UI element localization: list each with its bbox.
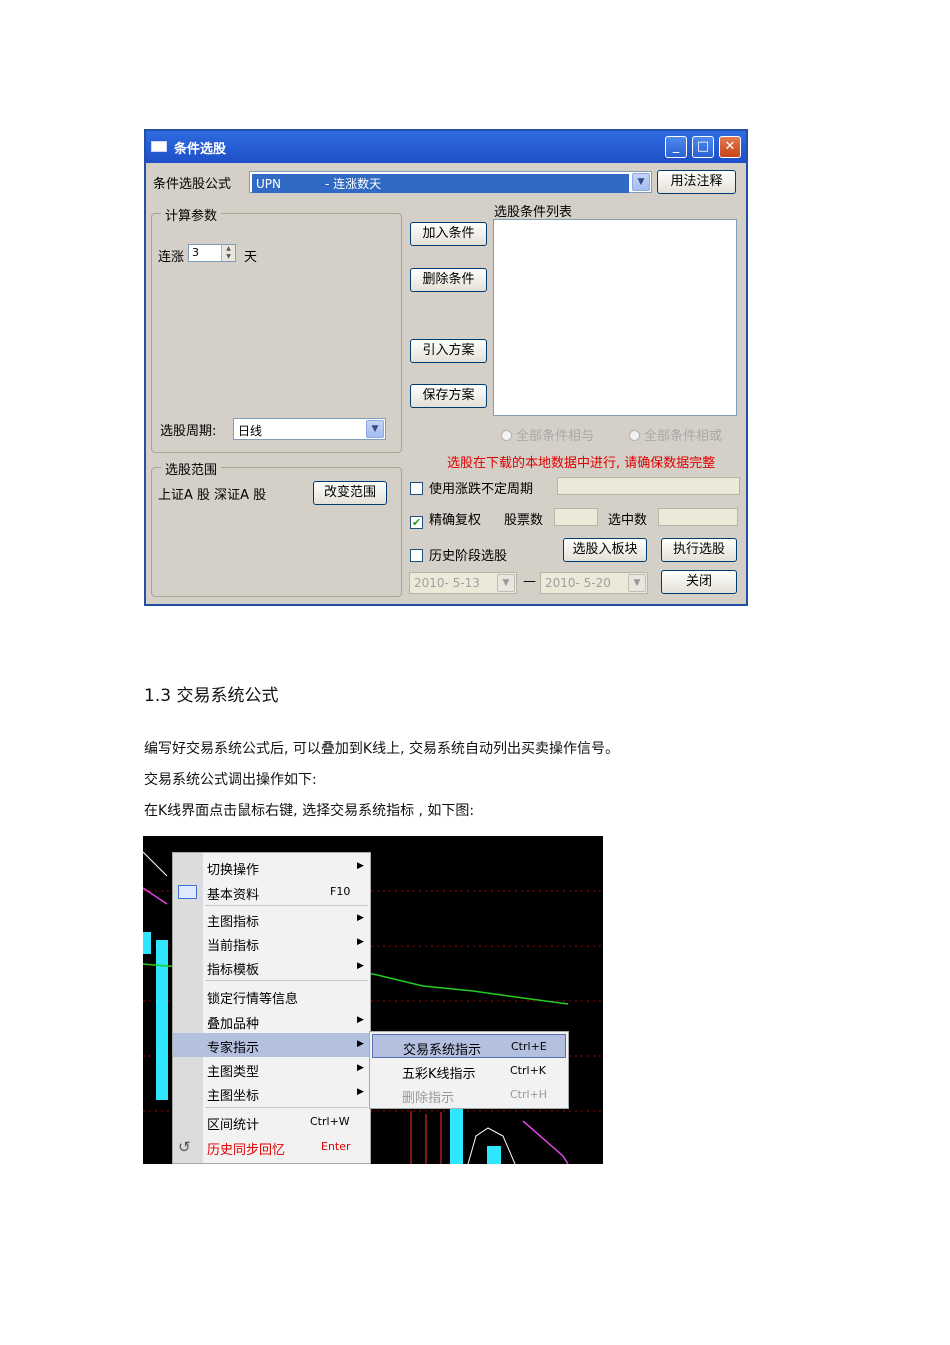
stock-count-label: 股票数 [504, 513, 544, 528]
menu-item-main-chart-axis[interactable]: 主图坐标 ▶ [173, 1081, 370, 1105]
paragraph-3: 在K线界面点击鼠标右键, 选择交易系统指标 , 如下图: [144, 803, 475, 819]
range-text: 上证A 股 深证A 股 [158, 488, 267, 503]
condition-list-title: 选股条件列表 [494, 205, 573, 220]
param-label: 连涨 [158, 250, 185, 265]
radio-all-or[interactable]: 全部条件相或 [629, 425, 722, 444]
change-range-button[interactable]: 改变范围 [313, 481, 387, 505]
menu-item-main-indicator[interactable]: 主图指标 ▶ [173, 907, 370, 931]
check-icon: ✔ [410, 516, 423, 529]
range-group-title: 选股范围 [161, 459, 222, 478]
chevron-down-icon[interactable]: ▼ [632, 173, 650, 191]
menu-item-current-indicator[interactable]: 当前指标 ▶ [173, 931, 370, 955]
param-stepper[interactable]: 3 ▲ ▼ [188, 244, 236, 262]
stepper-arrows-icon[interactable]: ▲ ▼ [221, 245, 235, 261]
table-icon [178, 885, 197, 899]
calc-params-title: 计算参数 [161, 205, 222, 224]
period-select[interactable]: 日线 ▼ [233, 418, 386, 440]
menu-item-main-chart-type[interactable]: 主图类型 ▶ [173, 1057, 370, 1081]
selected-count-label: 选中数 [608, 513, 648, 528]
paragraph-2: 交易系统公式调出操作如下: [144, 772, 317, 788]
period-value: 日线 [238, 424, 263, 438]
param-unit: 天 [244, 250, 258, 265]
context-menu: 切换操作 ▶ 基本资料 F10 主图指标 ▶ 当前指标 ▶ 指标模板 ▶ 锁定行… [172, 852, 371, 1164]
chevron-down-icon[interactable]: ▼ [628, 574, 646, 592]
chevron-down-icon[interactable]: ▼ [366, 420, 384, 438]
checkbox-icon [410, 482, 423, 495]
selected-count-field [658, 508, 738, 526]
submenu-arrow-icon: ▶ [357, 1087, 364, 1097]
submenu-arrow-icon: ▶ [357, 937, 364, 947]
usage-notes-button[interactable]: 用法注释 [657, 170, 736, 194]
close-button[interactable]: 关闭 [661, 570, 737, 594]
kline-context-menu-screenshot: 切换操作 ▶ 基本资料 F10 主图指标 ▶ 当前指标 ▶ 指标模板 ▶ 锁定行… [143, 836, 603, 1164]
menu-item-switch-operation[interactable]: 切换操作 ▶ [173, 855, 370, 879]
execute-button[interactable]: 执行选股 [661, 538, 737, 562]
menu-item-expert-signal[interactable]: 专家指示 ▶ [173, 1033, 370, 1057]
add-condition-button[interactable]: 加入条件 [410, 222, 487, 246]
use-uncertain-period-checkbox[interactable]: 使用涨跌不定周期 [410, 478, 533, 497]
menu-item-basic-info[interactable]: 基本资料 F10 [173, 880, 370, 904]
menu-item-lock-quotes[interactable]: 锁定行情等信息 [173, 984, 370, 1008]
menu-item-history-sync[interactable]: ↺ 历史同步回忆 Enter [173, 1135, 370, 1159]
date-dash: — [523, 574, 536, 589]
title-bar[interactable]: 条件选股 _ □ ✕ [146, 131, 746, 163]
window-icon [151, 141, 167, 152]
date-from: 2010- 5-13 [414, 576, 480, 590]
chevron-down-icon[interactable]: ▼ [497, 574, 515, 592]
menu-item-interval-stats[interactable]: 区间统计 Ctrl+W [173, 1110, 370, 1134]
formula-label: 条件选股公式 [153, 177, 232, 192]
import-plan-button[interactable]: 引入方案 [410, 339, 487, 363]
submenu-trading-system-signal[interactable]: 交易系统指示 Ctrl+E [372, 1034, 566, 1058]
radio-all-and[interactable]: 全部条件相与 [501, 425, 594, 444]
formula-desc: - 连涨数天 [325, 177, 382, 191]
submenu-arrow-icon: ▶ [357, 961, 364, 971]
param-value: 3 [192, 246, 199, 259]
checkbox-icon [410, 549, 423, 562]
formula-code: UPN [256, 177, 281, 191]
date-to: 2010- 5-20 [545, 576, 611, 590]
date-to-select[interactable]: 2010- 5-20 ▼ [540, 572, 648, 594]
submenu-colored-kline-signal[interactable]: 五彩K线指示 Ctrl+K [370, 1059, 568, 1083]
history-recall-icon: ↺ [178, 1138, 191, 1156]
submenu-arrow-icon: ▶ [357, 861, 364, 871]
menu-item-indicator-template[interactable]: 指标模板 ▶ [173, 955, 370, 979]
menu-separator [205, 1107, 368, 1108]
menu-separator [205, 905, 368, 906]
radio-circle-icon [501, 430, 512, 441]
expert-submenu: 交易系统指示 Ctrl+E 五彩K线指示 Ctrl+K 删除指示 Ctrl+H [369, 1031, 569, 1109]
delete-condition-button[interactable]: 删除条件 [410, 268, 487, 292]
stock-count-field [554, 508, 598, 526]
section-heading: 1.3 交易系统公式 [144, 686, 279, 706]
close-window-button[interactable]: ✕ [719, 136, 741, 158]
submenu-delete-signal[interactable]: 删除指示 Ctrl+H [370, 1083, 568, 1107]
submenu-arrow-icon: ▶ [357, 1015, 364, 1025]
condition-list[interactable] [493, 219, 737, 416]
uncertain-period-field [557, 477, 740, 495]
date-from-select[interactable]: 2010- 5-13 ▼ [409, 572, 517, 594]
precise-adjust-checkbox[interactable]: ✔ 精确复权 [410, 509, 481, 529]
submenu-arrow-icon: ▶ [357, 1039, 364, 1049]
period-label: 选股周期: [160, 424, 217, 439]
submenu-arrow-icon: ▶ [357, 1063, 364, 1073]
condition-stock-picker-window: 条件选股 _ □ ✕ 条件选股公式 UPN - 连涨数天 ▼ 用法注释 计算参数 … [144, 129, 748, 606]
data-warning: 选股在下载的本地数据中进行, 请确保数据完整 [447, 456, 716, 471]
window-title: 条件选股 [174, 142, 227, 157]
history-stage-checkbox[interactable]: 历史阶段选股 [410, 545, 507, 564]
formula-select[interactable]: UPN - 连涨数天 ▼ [249, 171, 652, 193]
save-plan-button[interactable]: 保存方案 [410, 384, 487, 408]
menu-separator [205, 980, 368, 981]
paragraph-1: 编写好交易系统公式后, 可以叠加到K线上, 交易系统自动列出买卖操作信号。 [144, 741, 619, 757]
menu-item-overlay-instrument[interactable]: 叠加品种 ▶ [173, 1009, 370, 1033]
maximize-button[interactable]: □ [692, 136, 714, 158]
minimize-button[interactable]: _ [665, 136, 687, 158]
radio-circle-icon [629, 430, 640, 441]
to-block-button[interactable]: 选股入板块 [563, 538, 647, 562]
submenu-arrow-icon: ▶ [357, 913, 364, 923]
